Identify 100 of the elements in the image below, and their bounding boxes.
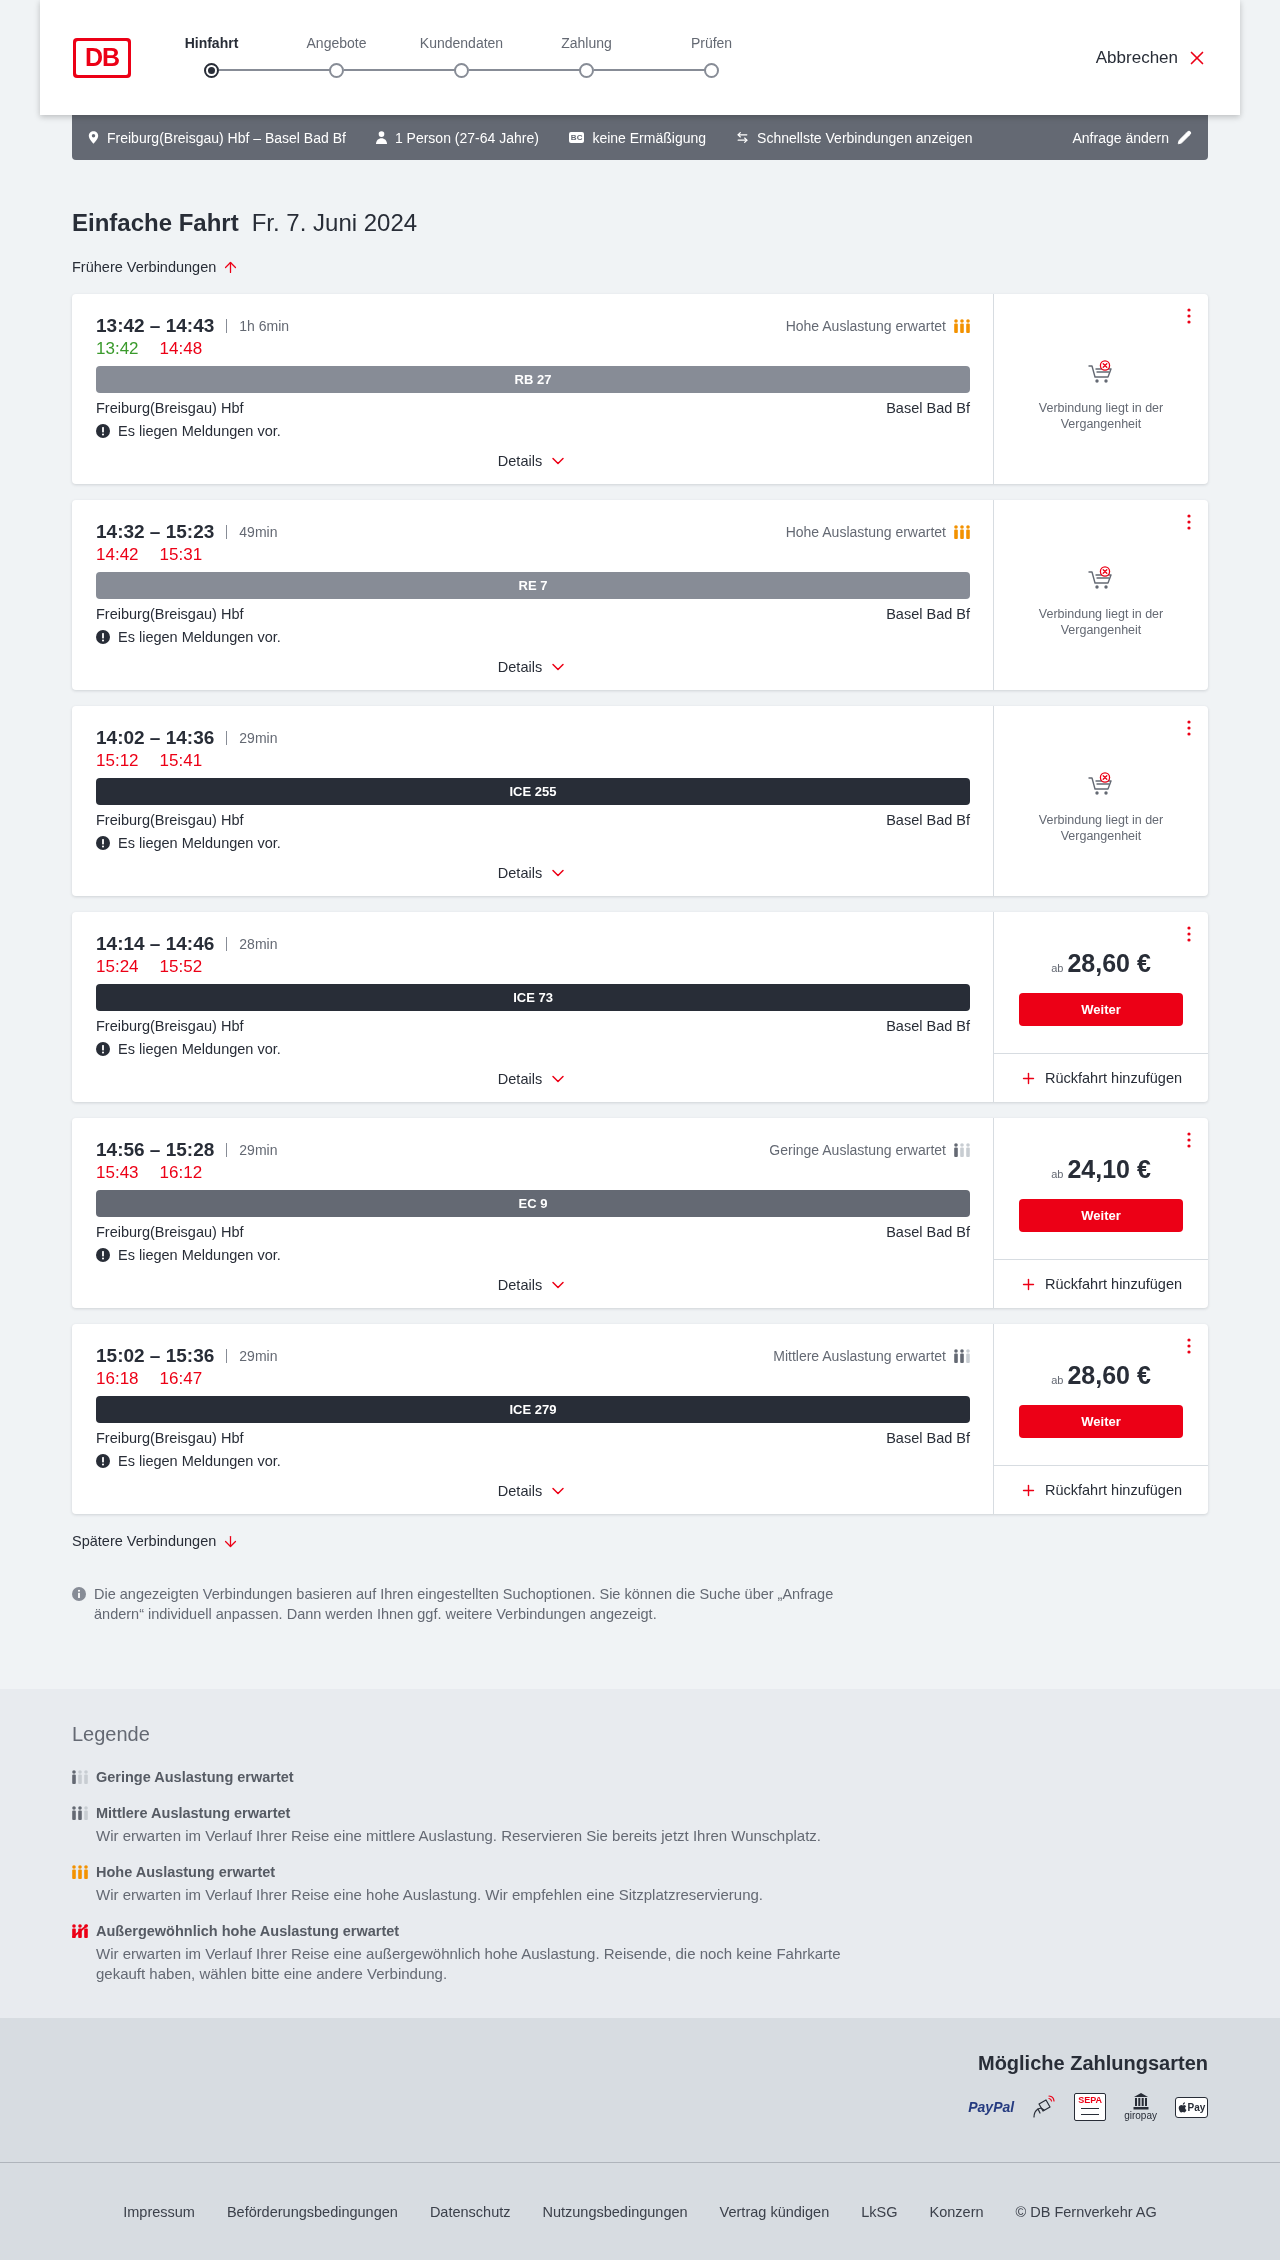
step-label: Kundendaten — [419, 34, 504, 53]
realtime-time: 15:43 — [96, 1163, 139, 1183]
continue-button[interactable]: Weiter — [1019, 993, 1183, 1026]
search-summary-text: Schnellste Verbindungen anzeigen — [757, 129, 973, 146]
occupancy-label: Geringe Auslastung erwartet — [769, 1142, 946, 1158]
footer-link[interactable]: Datenschutz — [429, 2203, 511, 2220]
footer-link[interactable]: Beförderungsbedingungen — [226, 2203, 398, 2220]
footer-link[interactable]: LkSG — [861, 2203, 898, 2220]
realtime-time: 16:12 — [159, 1163, 203, 1183]
details-toggle[interactable]: Details — [497, 657, 569, 677]
cart-unavailable-icon — [1088, 566, 1114, 590]
details-toggle[interactable]: Details — [497, 1069, 569, 1089]
db-logo: DB — [73, 37, 131, 78]
price-amount: 28,60 € — [1067, 949, 1151, 978]
notice-text: Es liegen Meldungen vor. — [118, 629, 281, 645]
price-prefix: ab — [1051, 1168, 1064, 1180]
past-connection-text: Verbindung liegt in der Vergangenheit — [1037, 812, 1165, 844]
price-amount: 28,60 € — [1067, 1361, 1151, 1390]
more-icon — [1187, 1132, 1191, 1148]
journey-times: 14:32 – 15:23 — [96, 521, 215, 543]
realtime-time: 15:41 — [159, 751, 203, 771]
footer-link[interactable]: Vertrag kündigen — [719, 2203, 830, 2220]
contactless-card-icon — [1032, 2095, 1057, 2119]
legend-title: Legende — [72, 1722, 151, 1747]
step-label: Prüfen — [690, 34, 733, 53]
price-prefix: ab — [1051, 962, 1064, 974]
journey-duration: 29min — [226, 731, 278, 745]
map-pin-icon — [88, 131, 99, 144]
edit-request-button[interactable]: Anfrage ändern — [1068, 125, 1196, 150]
details-toggle[interactable]: Details — [497, 863, 569, 883]
arrival-station: Basel Bad Bf — [886, 1430, 970, 1446]
search-summary-text: keine Ermäßigung — [592, 129, 707, 146]
price-amount: 24,10 € — [1067, 1155, 1151, 1184]
details-toggle[interactable]: Details — [497, 451, 569, 471]
realtime-time: 15:31 — [159, 545, 203, 565]
realtime-time: 16:18 — [96, 1369, 139, 1389]
arrival-station: Basel Bad Bf — [886, 606, 970, 622]
notice-text: Es liegen Meldungen vor. — [118, 1247, 281, 1263]
realtime-time: 16:47 — [159, 1369, 203, 1389]
journey-times: 15:02 – 15:36 — [96, 1345, 215, 1367]
more-icon — [1187, 514, 1191, 530]
paypal-wordmark: PayPal — [968, 2099, 1015, 2115]
alert-icon — [96, 630, 110, 644]
legend-label: Geringe Auslastung erwartet — [96, 1769, 294, 1785]
legend-label: Außergewöhnlich hohe Auslastung erwartet — [96, 1923, 400, 1939]
journey-times: 14:02 – 14:36 — [96, 727, 215, 749]
add-return-trip-link[interactable]: Rückfahrt hinzufügen — [1020, 1481, 1182, 1499]
arrival-station: Basel Bad Bf — [886, 1224, 970, 1240]
alert-icon — [96, 1454, 110, 1468]
occupancy-icon — [954, 1143, 970, 1157]
earlier-connections-link[interactable]: Frühere Verbindungen — [72, 257, 240, 277]
departure-station: Freiburg(Breisgau) Hbf — [96, 1430, 244, 1446]
continue-button[interactable]: Weiter — [1019, 1199, 1183, 1232]
price-prefix: ab — [1051, 1374, 1064, 1386]
legend-description: Wir erwarten im Verlauf Ihrer Reise eine außergewöhnlich hohe Auslastung. Reisende, die noch keine Fahrkarte gekauft haben, wählen bitte eine andere Verbindung. — [96, 1944, 842, 1984]
train-line-bar: RE 7 — [96, 572, 970, 599]
legend-label: Hohe Auslastung erwartet — [96, 1864, 276, 1880]
occupancy-icon — [72, 1806, 88, 1820]
arrival-station: Basel Bad Bf — [886, 400, 970, 416]
notice-text: Es liegen Meldungen vor. — [118, 1041, 281, 1057]
person-icon — [375, 131, 387, 144]
add-return-trip-link[interactable]: Rückfahrt hinzufügen — [1020, 1069, 1182, 1087]
occupancy-icon — [72, 1865, 88, 1879]
cancel-button[interactable]: Abbrechen — [1095, 42, 1208, 73]
later-connections-link[interactable]: Spätere Verbindungen — [72, 1531, 240, 1551]
step-label: Zahlung — [561, 34, 612, 53]
departure-station: Freiburg(Breisgau) Hbf — [96, 812, 244, 828]
more-icon — [1187, 1338, 1191, 1354]
details-toggle[interactable]: Details — [497, 1481, 569, 1501]
details-toggle[interactable]: Details — [497, 1275, 569, 1295]
cart-unavailable-icon — [1088, 360, 1114, 384]
journey-duration: 1h 6min — [226, 319, 290, 333]
occupancy-icon — [954, 525, 970, 539]
step-label: Angebote — [306, 34, 367, 53]
footer-link[interactable]: Impressum — [123, 2203, 195, 2220]
alert-icon — [96, 836, 110, 850]
more-icon — [1187, 926, 1191, 942]
past-connection-text: Verbindung liegt in der Vergangenheit — [1037, 400, 1165, 432]
train-line-bar: RB 27 — [96, 366, 970, 393]
add-return-trip-link[interactable]: Rückfahrt hinzufügen — [1020, 1275, 1182, 1293]
trip-type-title: Einfache Fahrt — [72, 209, 239, 237]
bank-building-icon — [1132, 2093, 1149, 2110]
realtime-time: 15:12 — [96, 751, 139, 771]
occupancy-icon — [954, 1349, 970, 1363]
legend-label: Mittlere Auslastung erwartet — [96, 1805, 291, 1821]
arrival-station: Basel Bad Bf — [886, 1018, 970, 1034]
train-line-bar: ICE 279 — [96, 1396, 970, 1423]
continue-button[interactable]: Weiter — [1019, 1405, 1183, 1438]
giropay-wordmark: giropay — [1124, 2110, 1157, 2121]
legend-description: Wir erwarten im Verlauf Ihrer Reise eine hohe Auslastung. Wir empfehlen eine Sitzplatzreservierung. — [96, 1885, 764, 1905]
departure-station: Freiburg(Breisgau) Hbf — [96, 400, 244, 416]
cart-unavailable-icon — [1088, 772, 1114, 796]
journey-duration: 49min — [226, 525, 278, 539]
realtime-time: 14:48 — [159, 339, 203, 359]
journey-duration: 28min — [226, 937, 278, 951]
footer-link[interactable]: Konzern — [929, 2203, 984, 2220]
alert-icon — [96, 1248, 110, 1262]
footer-link[interactable]: Nutzungsbedingungen — [542, 2203, 688, 2220]
search-summary-text: 1 Person (27-64 Jahre) — [394, 129, 539, 146]
alert-icon — [96, 1042, 110, 1056]
